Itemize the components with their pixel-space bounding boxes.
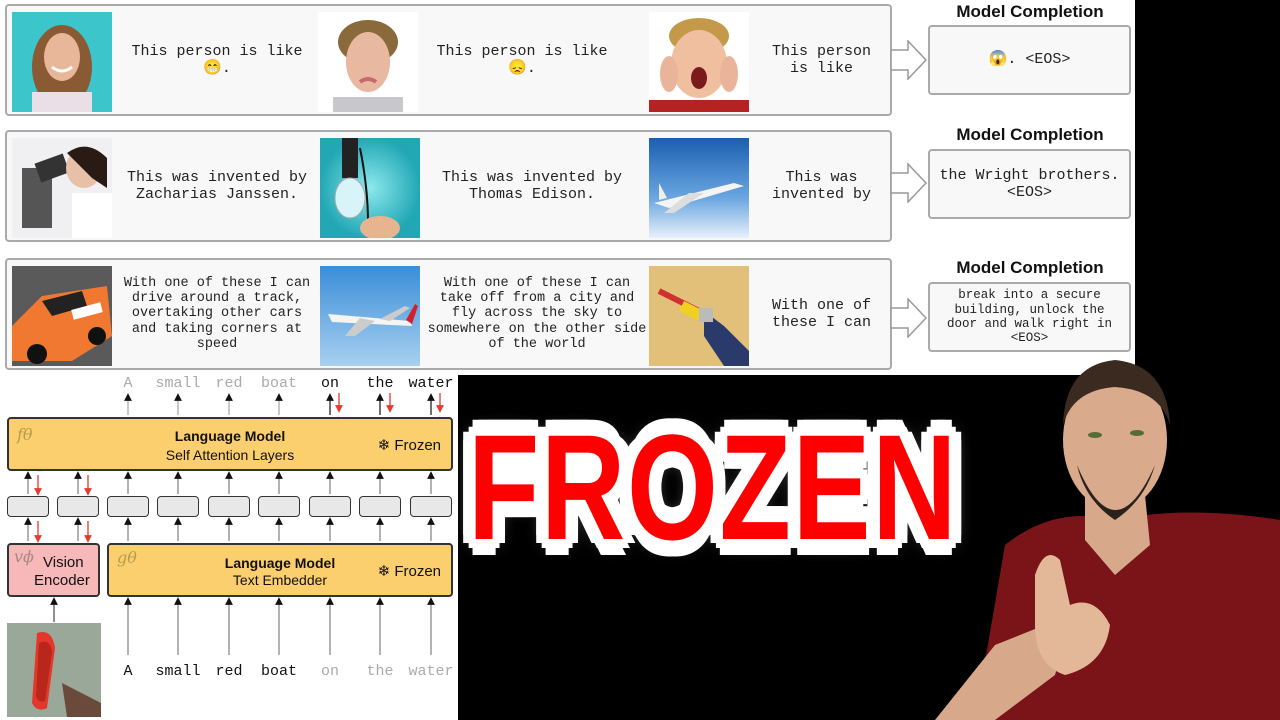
frozen-architecture-diagram: Asmall red boat on the water fθ Language Mode… xyxy=(0,375,458,720)
v-phi-symbol: vϕ xyxy=(14,547,34,566)
arrow-right-icon xyxy=(890,298,928,338)
arrow-right-icon xyxy=(890,40,928,80)
query-text: This was invented by xyxy=(771,168,872,203)
example-row-3: With one of these I can drive around a t… xyxy=(5,258,892,370)
encoder-label: Encoder xyxy=(34,572,90,589)
headline-wrapper: FROZEN xyxy=(467,397,959,577)
airliner-photo xyxy=(320,266,420,366)
input-word: small xyxy=(155,663,201,680)
power-drill-photo xyxy=(649,266,749,366)
microscope-scientist-photo xyxy=(12,138,112,238)
red-boat-photo xyxy=(7,623,101,717)
text-token-embedding xyxy=(107,496,149,517)
frozen-snowflake-label: ❄ Frozen xyxy=(377,437,441,454)
prompt-text: This person is like 😞. xyxy=(436,42,608,77)
text-token-embedding xyxy=(258,496,300,517)
light-bulb-photo xyxy=(320,138,420,238)
visual-prefix-token xyxy=(57,496,99,517)
completion-title: Model Completion xyxy=(956,125,1104,144)
input-word: red xyxy=(215,663,243,680)
model-completion: break into a secure building, unlock the… xyxy=(928,282,1131,352)
text-embedder-block: gθ Language Model Text Embedder ❄ Frozen xyxy=(107,543,453,597)
output-word: small xyxy=(155,375,201,392)
frozen-snowflake-label: ❄ Frozen xyxy=(377,563,441,580)
vision-label: Vision xyxy=(43,554,84,571)
query-text: This person is like xyxy=(771,42,872,77)
prompt-text: This person is like 😁. xyxy=(131,42,303,77)
vision-encoder-block: vϕ Vision Encoder xyxy=(7,543,100,597)
screaming-boy-photo xyxy=(649,12,749,112)
smiling-woman-photo xyxy=(12,12,112,112)
sad-man-photo xyxy=(318,12,418,112)
airplane-in-sky-photo xyxy=(649,138,749,238)
input-word: water xyxy=(408,663,454,680)
model-completion: the Wright brothers. <EOS> xyxy=(928,149,1131,219)
output-word: boat xyxy=(260,375,298,392)
race-car-photo xyxy=(12,266,112,366)
input-word: boat xyxy=(260,663,298,680)
frozen-headline: FROZEN xyxy=(467,402,959,571)
model-completion: 😱. <EOS> xyxy=(928,25,1131,95)
visual-prefix-token xyxy=(7,496,49,517)
output-word: the xyxy=(366,375,394,392)
completion-title: Model Completion xyxy=(956,258,1104,277)
text-token-embedding xyxy=(208,496,250,517)
completion-title: Model Completion xyxy=(956,2,1104,21)
text-token-embedding xyxy=(309,496,351,517)
output-word: water xyxy=(408,375,454,392)
few-shot-examples-panel: This person is like 😁. This person is li… xyxy=(0,0,1135,375)
prompt-text: This was invented by Thomas Edison. xyxy=(441,168,623,203)
query-text: With one of these I can xyxy=(771,296,872,331)
text-token-embedding xyxy=(157,496,199,517)
prompt-text: With one of these I can drive around a t… xyxy=(123,275,311,352)
input-word: on xyxy=(320,663,340,680)
input-word: the xyxy=(366,663,394,680)
example-row-1: This person is like 😁. This person is li… xyxy=(5,4,892,116)
arrow-right-icon xyxy=(890,163,928,203)
prompt-text: This was invented by Zacharias Janssen. xyxy=(126,168,308,203)
text-token-embedding xyxy=(359,496,401,517)
output-word: red xyxy=(215,375,243,392)
input-word: A xyxy=(123,663,133,680)
prompt-text: With one of these I can take off from a … xyxy=(427,275,647,352)
output-word: on xyxy=(320,375,340,392)
text-token-embedding xyxy=(410,496,452,517)
self-attention-layers-block: fθ Language Model Self Attention Layers … xyxy=(7,417,453,471)
presenter-thumbs-up-photo xyxy=(935,345,1280,720)
output-word: A xyxy=(123,375,133,392)
example-row-2: This was invented by Zacharias Janssen. … xyxy=(5,130,892,242)
